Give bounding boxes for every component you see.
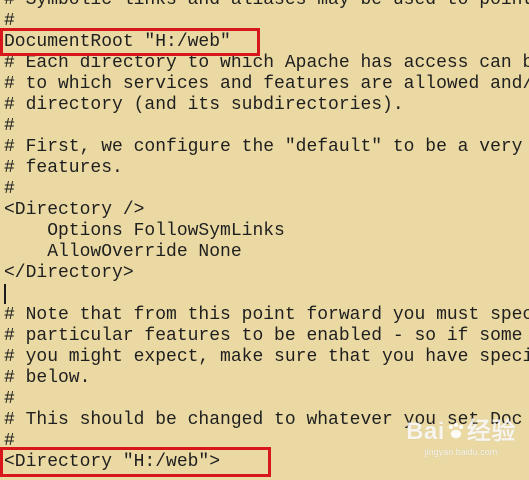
- code-line: # below.: [4, 368, 91, 388]
- code-line: <Directory />: [4, 200, 145, 220]
- code-line: #: [4, 116, 15, 136]
- code-line: </Directory>: [4, 263, 134, 283]
- code-line: # features.: [4, 158, 123, 178]
- code-line: # First, we configure the "default" to b…: [4, 137, 523, 157]
- paw-icon: [448, 422, 464, 439]
- code-line: # to which services and features are all…: [4, 74, 529, 94]
- code-line: AllowOverride None: [4, 242, 242, 262]
- code-line: #: [4, 389, 15, 409]
- text-editor[interactable]: # Symbolic links and aliases may be used…: [0, 0, 529, 480]
- code-line: #: [4, 179, 15, 199]
- directory-web-highlight-box: [0, 447, 271, 477]
- watermark-logo: Bai 经验: [401, 418, 521, 446]
- code-line: # particular features to be enabled - so…: [4, 326, 523, 346]
- code-line: Options FollowSymLinks: [4, 221, 285, 241]
- baidu-jingyan-watermark: Bai 经验 jingyan.baidu.com: [401, 418, 521, 472]
- code-line: # Note that from this point forward you …: [4, 305, 529, 325]
- code-line: # you might expect, make sure that you h…: [4, 347, 529, 367]
- code-line: # Symbolic links and aliases may be used…: [4, 0, 529, 10]
- code-line: # Each directory to which Apache has acc…: [4, 53, 529, 73]
- code-area[interactable]: # Symbolic links and aliases may be used…: [4, 0, 529, 473]
- watermark-logo-right: 经验: [466, 418, 516, 445]
- text-caret: [4, 284, 6, 304]
- document-root-highlight-box: [0, 28, 260, 56]
- watermark-url: jingyan.baidu.com: [424, 447, 498, 457]
- code-line: # directory (and its subdirectories).: [4, 95, 404, 115]
- watermark-logo-left: Bai: [406, 418, 445, 445]
